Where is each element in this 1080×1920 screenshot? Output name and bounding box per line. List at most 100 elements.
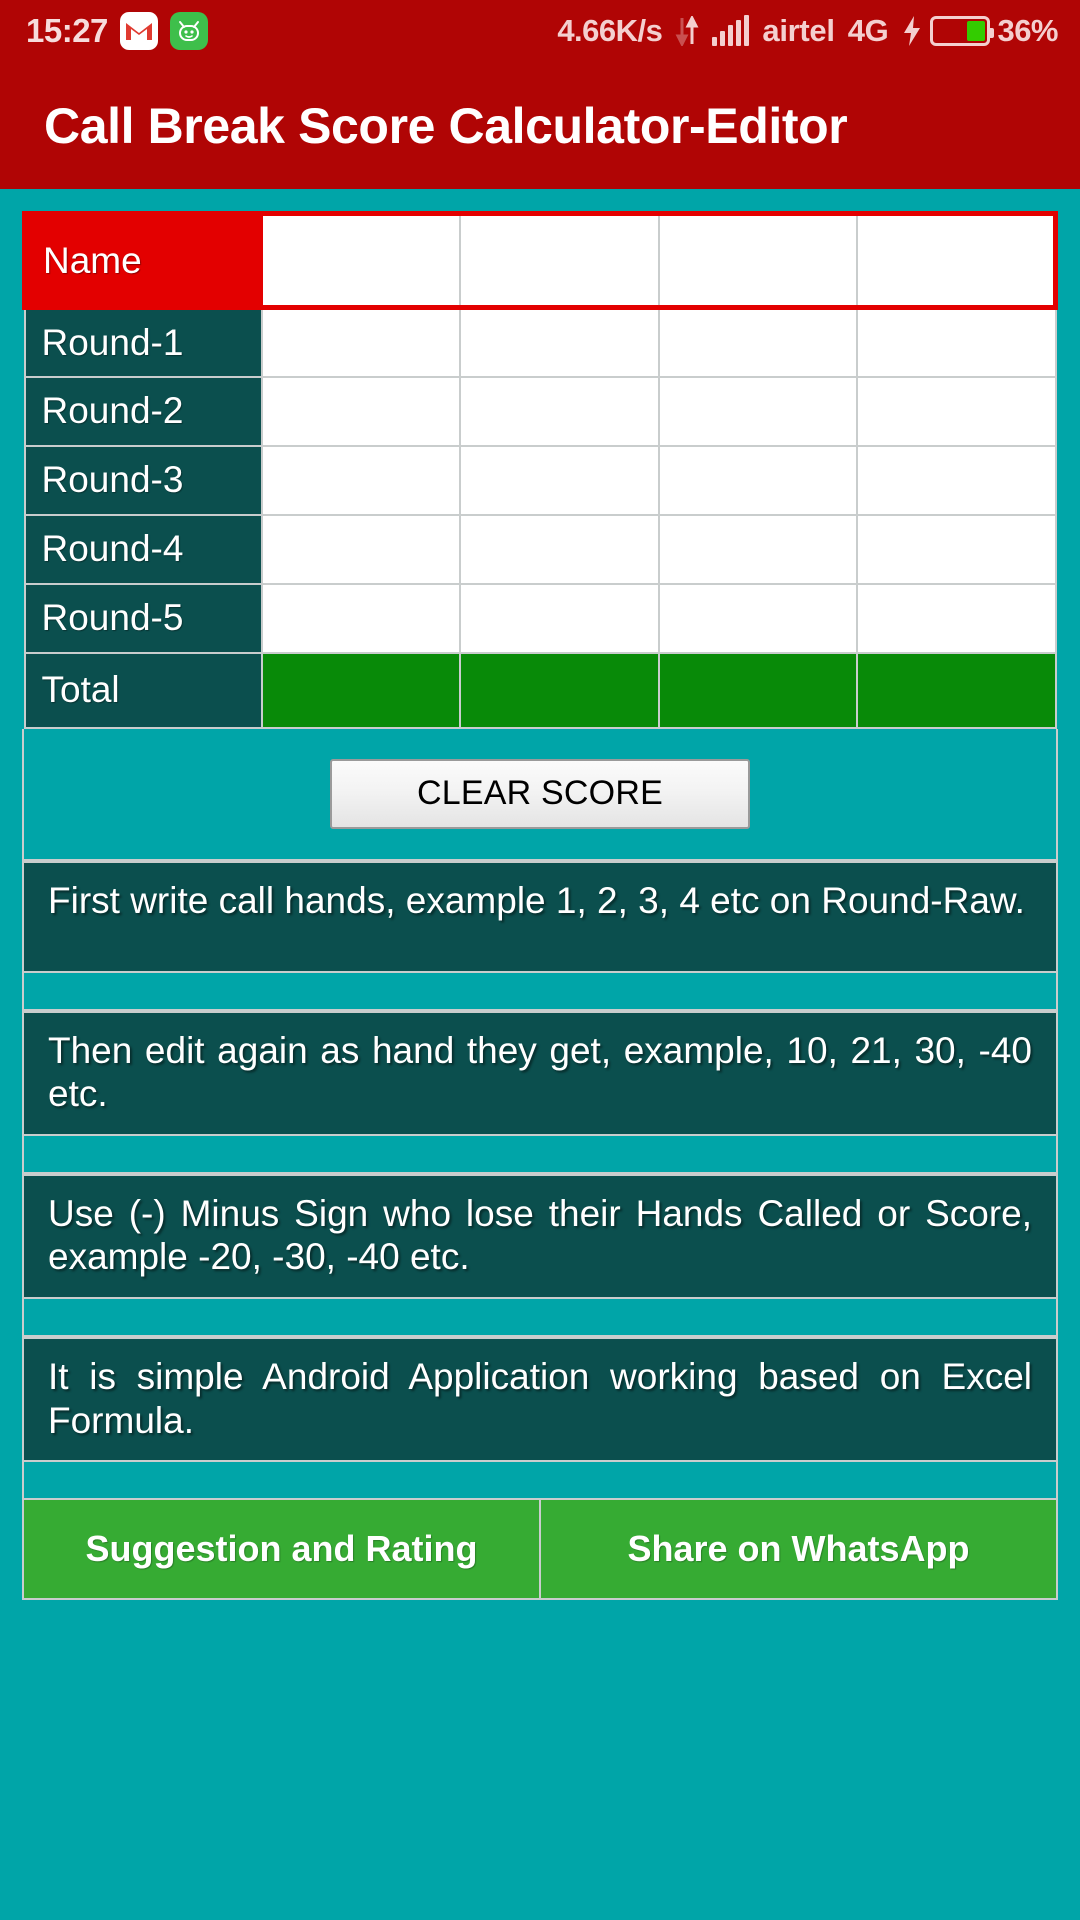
table-row-total: Total	[23, 651, 1057, 729]
action-button-row: Suggestion and Rating Share on WhatsApp	[22, 1500, 1058, 1601]
round-3-cell-2[interactable]	[459, 444, 660, 516]
name-input-3[interactable]	[659, 216, 857, 305]
name-cell-4[interactable]	[856, 211, 1059, 310]
android-app-icon	[169, 12, 208, 50]
row-label-round-1: Round-1	[23, 306, 263, 378]
battery-percent-text: 36%	[997, 13, 1058, 48]
round-1-cell-2[interactable]	[459, 306, 660, 378]
round-5-input-1[interactable]	[262, 584, 460, 652]
total-cell-2	[459, 651, 660, 729]
app-bar: Call Break Score Calculator-Editor	[0, 62, 1080, 189]
row-label-round-3: Round-3	[23, 444, 263, 516]
round-2-cell-3[interactable]	[657, 375, 859, 447]
round-3-input-1[interactable]	[262, 446, 460, 514]
round-3-input-3[interactable]	[659, 446, 857, 514]
row-label-round-2: Round-2	[23, 375, 263, 447]
battery-indicator: 36%	[901, 13, 1058, 49]
status-bar: 15:27 4.66K/s airtel 4G 36%	[0, 0, 1080, 62]
bottom-background-fill	[22, 1600, 1058, 1671]
total-cell-3	[657, 651, 859, 729]
gmail-icon	[119, 12, 158, 50]
name-input-2[interactable]	[461, 216, 658, 305]
round-5-cell-1[interactable]	[260, 582, 462, 654]
suggestion-and-rating-button[interactable]: Suggestion and Rating	[24, 1500, 541, 1599]
instruction-spacer-1	[22, 972, 1058, 1011]
instruction-text-1: First write call hands, example 1, 2, 3,…	[22, 860, 1058, 973]
table-row-round-4: Round-4	[23, 513, 1057, 585]
score-table: Name Round-1 Round-2 Round-3 Round-4 Rou…	[21, 211, 1059, 729]
data-transfer-arrows-icon	[675, 16, 699, 46]
signal-bars-icon	[712, 15, 750, 46]
round-2-input-2[interactable]	[461, 377, 658, 445]
round-5-input-3[interactable]	[659, 584, 857, 652]
round-2-cell-1[interactable]	[260, 375, 462, 447]
network-speed-text: 4.66K/s	[557, 13, 663, 48]
name-cell-1[interactable]	[260, 211, 462, 310]
round-1-input-1[interactable]	[262, 310, 460, 376]
round-3-input-2[interactable]	[461, 446, 658, 514]
round-3-input-4[interactable]	[858, 446, 1055, 514]
row-label-name: Name	[21, 211, 263, 310]
round-4-cell-4[interactable]	[856, 513, 1057, 585]
round-5-cell-2[interactable]	[459, 582, 660, 654]
round-2-cell-2[interactable]	[459, 375, 660, 447]
share-on-whatsapp-button[interactable]: Share on WhatsApp	[541, 1500, 1056, 1599]
instruction-text-3: Use (-) Minus Sign who lose their Hands …	[22, 1173, 1058, 1300]
name-input-1[interactable]	[262, 216, 460, 305]
clear-score-panel: CLEAR SCORE	[22, 728, 1058, 861]
round-5-input-2[interactable]	[461, 584, 658, 652]
round-4-input-4[interactable]	[858, 515, 1055, 583]
table-row-round-5: Round-5	[23, 582, 1057, 654]
round-4-cell-1[interactable]	[260, 513, 462, 585]
status-bar-right: 4.66K/s airtel 4G 36%	[557, 13, 1058, 49]
network-type: 4G	[847, 13, 889, 48]
round-1-input-2[interactable]	[461, 310, 658, 376]
table-row-round-1: Round-1	[23, 306, 1057, 378]
clear-score-button[interactable]: CLEAR SCORE	[330, 758, 750, 829]
round-4-cell-3[interactable]	[657, 513, 859, 585]
page-title: Call Break Score Calculator-Editor	[44, 97, 848, 154]
total-cell-1	[260, 651, 462, 729]
table-row-round-3: Round-3	[23, 444, 1057, 516]
round-2-input-4[interactable]	[858, 377, 1055, 445]
round-2-cell-4[interactable]	[856, 375, 1057, 447]
battery-icon	[930, 16, 995, 46]
instruction-spacer-4	[22, 1462, 1058, 1501]
table-row-name: Name	[21, 211, 1059, 310]
round-5-cell-4[interactable]	[856, 582, 1057, 654]
round-1-cell-3[interactable]	[657, 306, 859, 378]
round-1-input-4[interactable]	[858, 310, 1055, 376]
main-content: Name Round-1 Round-2 Round-3 Round-4 Rou…	[0, 189, 1080, 1920]
round-1-cell-1[interactable]	[260, 306, 462, 378]
name-cell-3[interactable]	[657, 211, 859, 310]
charging-bolt-icon	[904, 16, 921, 46]
row-label-total: Total	[23, 651, 263, 729]
round-3-cell-3[interactable]	[657, 444, 859, 516]
row-label-round-4: Round-4	[23, 513, 263, 585]
status-bar-left: 15:27	[26, 12, 208, 50]
round-1-cell-4[interactable]	[856, 306, 1057, 378]
round-4-cell-2[interactable]	[459, 513, 660, 585]
instruction-spacer-3	[22, 1299, 1058, 1338]
name-cell-2[interactable]	[459, 211, 660, 310]
battery-fill	[967, 21, 986, 41]
round-5-cell-3[interactable]	[657, 582, 859, 654]
instruction-text-2: Then edit again as hand they get, exampl…	[22, 1010, 1058, 1136]
name-input-4[interactable]	[858, 216, 1053, 305]
round-2-input-1[interactable]	[262, 377, 460, 445]
instruction-spacer-2	[22, 1135, 1058, 1174]
round-4-input-3[interactable]	[659, 515, 857, 583]
total-cell-4	[856, 651, 1057, 729]
round-4-input-2[interactable]	[461, 515, 658, 583]
round-2-input-3[interactable]	[659, 377, 857, 445]
round-3-cell-4[interactable]	[856, 444, 1057, 516]
row-label-round-5: Round-5	[23, 582, 263, 654]
status-clock: 15:27	[26, 12, 108, 49]
round-5-input-4[interactable]	[858, 584, 1055, 652]
instruction-text-4: It is simple Android Application working…	[22, 1337, 1058, 1463]
table-row-round-2: Round-2	[23, 375, 1057, 447]
round-4-input-1[interactable]	[262, 515, 460, 583]
round-3-cell-1[interactable]	[260, 444, 462, 516]
carrier-name: airtel	[762, 13, 835, 48]
round-1-input-3[interactable]	[659, 310, 857, 376]
